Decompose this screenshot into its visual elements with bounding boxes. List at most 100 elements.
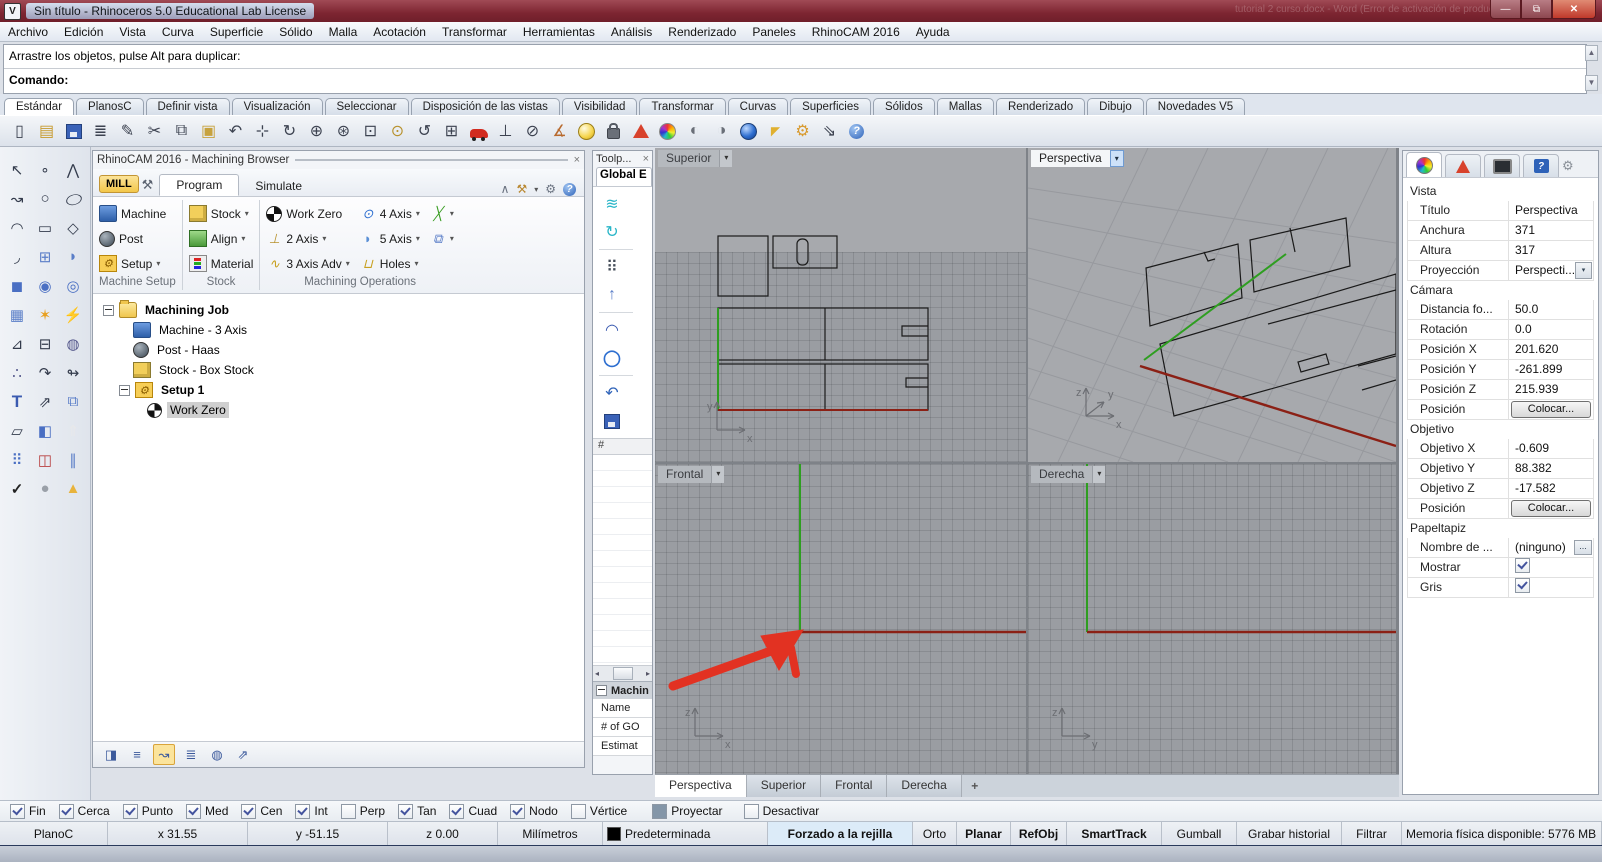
- preferences-hammer-icon[interactable]: ⚒: [516, 182, 527, 196]
- viewport-derecha-label[interactable]: Derecha ▾: [1031, 466, 1106, 483]
- mill-tool-icon[interactable]: ⚒: [142, 177, 154, 193]
- viewport-frontal[interactable]: z x Frontal ▾: [655, 464, 1026, 775]
- section-icon[interactable]: ◫: [31, 445, 59, 474]
- extend-curve-icon[interactable]: ↬: [59, 358, 87, 387]
- gear-icon[interactable]: ⚙: [789, 119, 816, 143]
- menu-solido[interactable]: Sólido: [271, 25, 320, 39]
- text-icon[interactable]: T: [3, 387, 31, 416]
- refobj-toggle[interactable]: RefObj: [1011, 822, 1067, 846]
- xray-sphere-icon[interactable]: ◑: [708, 119, 735, 143]
- help-tab[interactable]: ?: [1523, 154, 1559, 177]
- tab-solidos[interactable]: Sólidos: [872, 98, 935, 115]
- osnap-perp[interactable]: Perp: [340, 803, 385, 819]
- display-tab[interactable]: [1445, 154, 1481, 177]
- split-icon[interactable]: ⊟: [31, 329, 59, 358]
- color-wheel-icon[interactable]: [654, 119, 681, 143]
- colocar-objetivo-button[interactable]: Colocar...: [1511, 500, 1591, 517]
- surface-icon[interactable]: ◗: [59, 242, 87, 271]
- viewport-superior-label[interactable]: Superior ▾: [658, 150, 733, 167]
- scroll-left-icon[interactable]: ◂: [595, 669, 599, 678]
- viewport-menu-icon[interactable]: ▾: [719, 150, 733, 167]
- minimize-button[interactable]: —: [1490, 0, 1521, 19]
- altura-value[interactable]: 317: [1509, 241, 1593, 260]
- menu-malla[interactable]: Malla: [321, 25, 366, 39]
- undo-icon[interactable]: ↶: [599, 380, 625, 406]
- menu-transformar[interactable]: Transformar: [434, 25, 515, 39]
- tab-seleccionar[interactable]: Seleccionar: [324, 98, 409, 115]
- plane-icon[interactable]: ▱: [3, 416, 31, 445]
- layer-button[interactable]: Predeterminada: [603, 822, 768, 846]
- tree-post[interactable]: Post - Haas: [103, 340, 584, 360]
- cylinder-icon[interactable]: ●: [31, 474, 59, 503]
- lock-icon[interactable]: [600, 119, 627, 143]
- tab-curvas[interactable]: Curvas: [727, 98, 789, 115]
- extrude-icon[interactable]: ⇑: [59, 416, 87, 445]
- toolpath-rotate-icon[interactable]: ↻: [599, 219, 625, 245]
- move-cplane-icon[interactable]: ⇘: [816, 119, 843, 143]
- arc-icon[interactable]: ◠: [3, 213, 31, 242]
- scroll-down-icon[interactable]: ▼: [1585, 75, 1598, 91]
- world-simulation-icon[interactable]: ◍: [207, 745, 227, 764]
- vptab-perspectiva[interactable]: Perspectiva: [655, 775, 747, 797]
- posicion-y-value[interactable]: -261.899: [1509, 360, 1593, 379]
- tab-novedades[interactable]: Novedades V5: [1145, 98, 1246, 115]
- osnap-desactivar[interactable]: Desactivar: [743, 803, 819, 819]
- objetivo-z-value[interactable]: -17.582: [1509, 479, 1593, 498]
- trim-icon[interactable]: ⊿: [3, 329, 31, 358]
- posicion-z-value[interactable]: 215.939: [1509, 380, 1593, 399]
- explode-icon[interactable]: ✶: [31, 300, 59, 329]
- tab-transformar[interactable]: Transformar: [639, 98, 726, 115]
- viewport-perspectiva-label[interactable]: Perspectiva ▾: [1031, 150, 1124, 167]
- colocar-camara-button[interactable]: Colocar...: [1511, 401, 1591, 418]
- nombre-value[interactable]: (ninguno)...: [1509, 538, 1593, 557]
- light-icon[interactable]: [573, 119, 600, 143]
- machining-tools-button[interactable]: ╳ ▾: [430, 206, 454, 221]
- tab-estandar[interactable]: Estándar: [4, 98, 75, 115]
- 4-axis-button[interactable]: ⊙ 4 Axis ▾: [360, 206, 419, 221]
- rectangle-icon[interactable]: ▭: [31, 213, 59, 242]
- points-icon[interactable]: ∴: [3, 358, 31, 387]
- ellipse-icon[interactable]: ◯: [59, 184, 87, 213]
- pan-icon[interactable]: ⊹: [249, 119, 276, 143]
- smarttrack-toggle[interactable]: SmartTrack: [1067, 822, 1162, 846]
- shaded-sphere-icon[interactable]: ◐: [681, 119, 708, 143]
- tab-definir-vista[interactable]: Definir vista: [145, 98, 230, 115]
- post-button[interactable]: Post: [99, 230, 176, 247]
- layers-up-icon[interactable]: ↑: [599, 282, 625, 308]
- viewport-menu-icon[interactable]: ▾: [1109, 150, 1124, 167]
- analyze-circle-icon[interactable]: ⊘: [519, 119, 546, 143]
- new-file-icon[interactable]: ▯: [6, 119, 33, 143]
- global-edit-tab[interactable]: Global E: [596, 167, 652, 186]
- dropdown-icon[interactable]: ▾: [1575, 262, 1592, 279]
- close-panel-icon[interactable]: ×: [643, 153, 649, 165]
- properties-icon[interactable]: ✎: [114, 119, 141, 143]
- collapse-box-icon[interactable]: [119, 384, 130, 396]
- paste-icon[interactable]: ▣: [195, 119, 222, 143]
- cplane-button[interactable]: PlanoC: [0, 822, 108, 846]
- tab-superficies[interactable]: Superficies: [790, 98, 871, 115]
- viewport-perspectiva[interactable]: z y x Perspectiva ▾: [1028, 148, 1396, 462]
- cut-icon[interactable]: ✂: [141, 119, 168, 143]
- 2-axis-button[interactable]: ⊥ 2 Axis ▾: [266, 231, 349, 246]
- 3-axis-adv-button[interactable]: ∿ 3 Axis Adv ▾: [266, 256, 350, 271]
- flag-icon[interactable]: ◤: [762, 119, 789, 143]
- toolpath-move-icon[interactable]: ≋: [599, 191, 625, 217]
- titulo-value[interactable]: Perspectiva: [1509, 201, 1593, 220]
- menu-edicion[interactable]: Edición: [56, 25, 111, 39]
- sphere-icon[interactable]: ◉: [31, 271, 59, 300]
- vptab-derecha[interactable]: Derecha: [887, 775, 962, 797]
- menu-superficie[interactable]: Superficie: [202, 25, 271, 39]
- tab-disposicion[interactable]: Disposición de las vistas: [410, 98, 560, 115]
- material-button[interactable]: Material: [188, 255, 253, 272]
- grid-points-icon[interactable]: ⠿: [599, 254, 625, 280]
- fillet-curve-icon[interactable]: ◞: [3, 242, 31, 271]
- gris-checkbox[interactable]: [1515, 578, 1530, 593]
- print-icon[interactable]: ≣: [87, 119, 114, 143]
- display-mode-icon[interactable]: [627, 119, 654, 143]
- analyze-angle-icon[interactable]: ∡: [546, 119, 573, 143]
- menu-curva[interactable]: Curva: [154, 25, 202, 39]
- solid-icon[interactable]: ◧: [31, 416, 59, 445]
- work-zero-button[interactable]: Work Zero: [266, 205, 349, 222]
- browse-button[interactable]: ...: [1574, 540, 1592, 555]
- vptab-frontal[interactable]: Frontal: [821, 775, 888, 797]
